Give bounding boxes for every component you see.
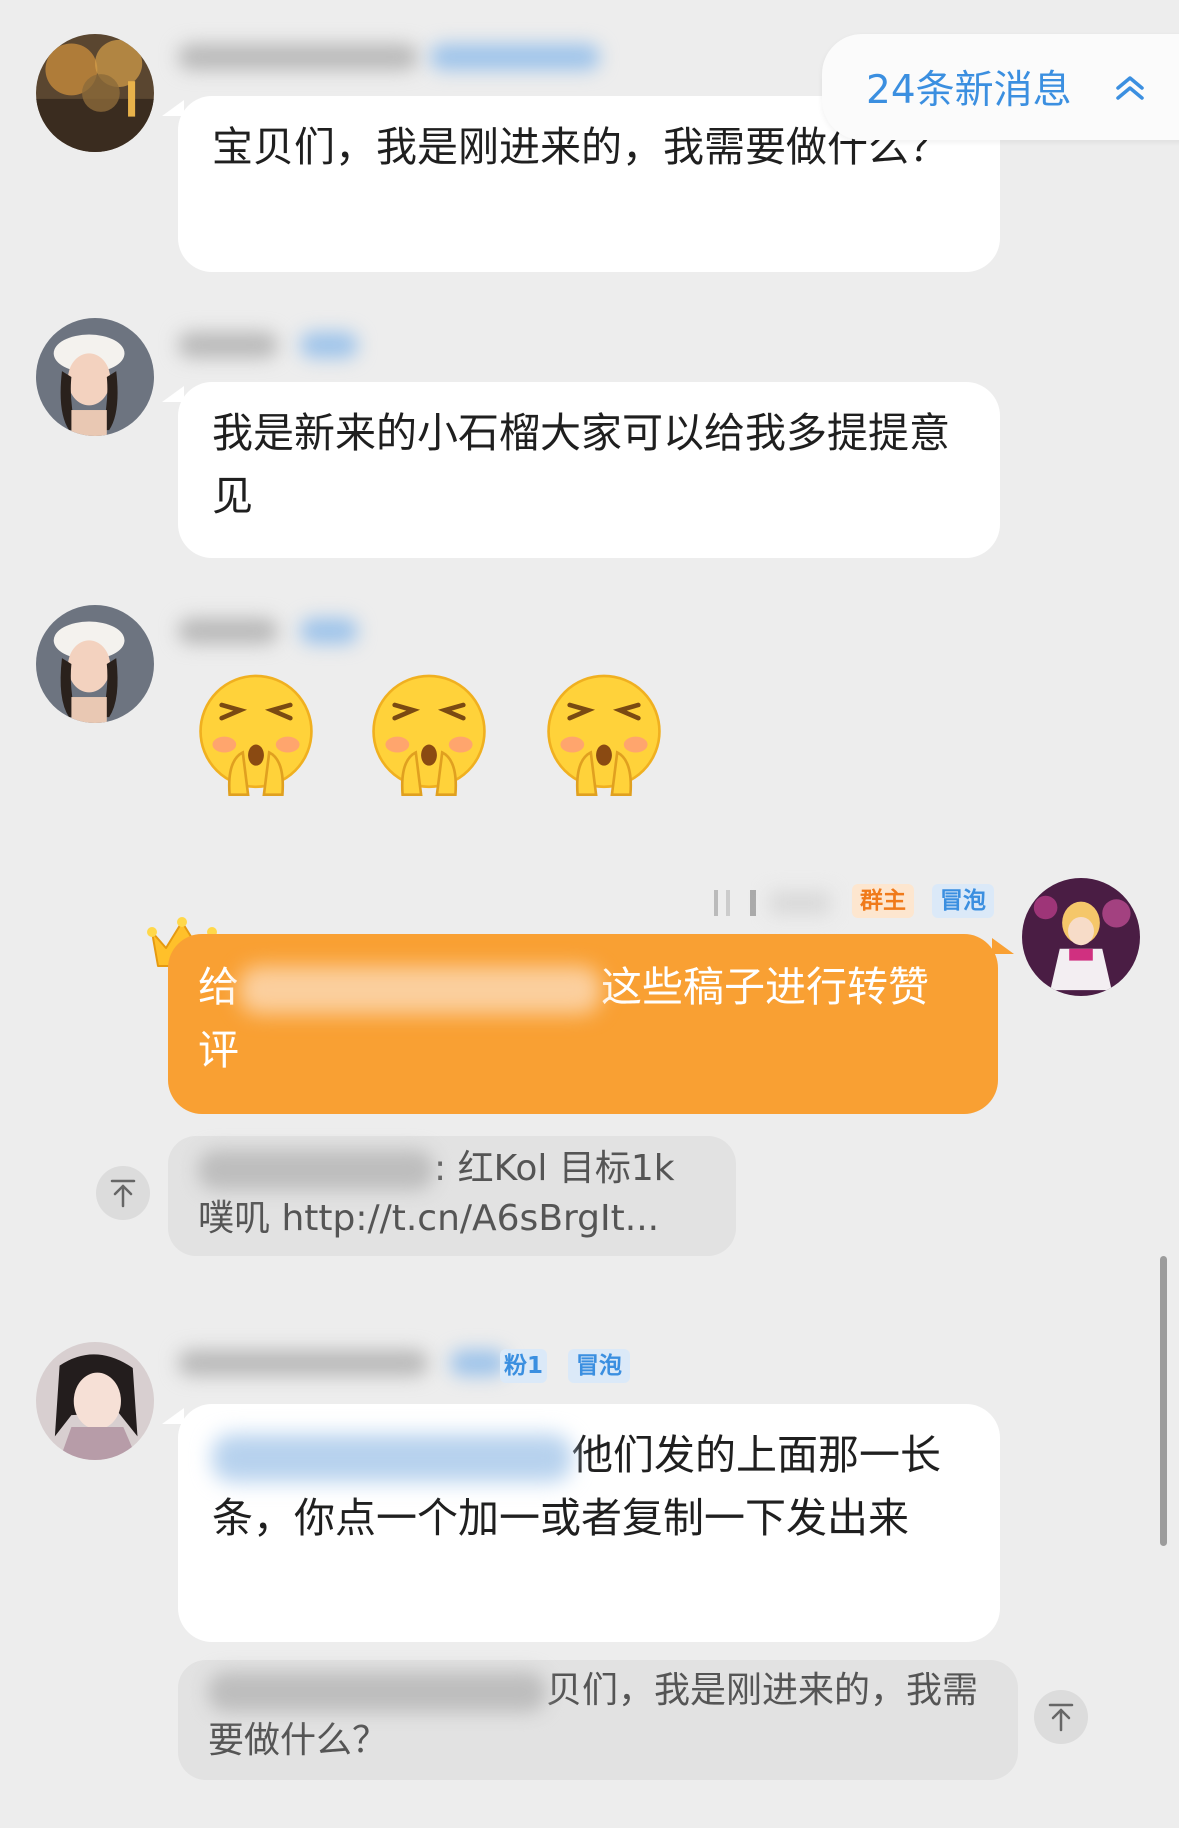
quote-line: 噗叽 http://t.cn/A6sBrgIt...: [198, 1198, 660, 1239]
quoted-message[interactable]: : 红Kol 目标1k 噗叽 http://t.cn/A6sBrgIt...: [168, 1136, 736, 1256]
fan-level-tag: 粉1: [500, 1349, 548, 1383]
quote-line: 贝们，我是刚进来的，我需: [546, 1670, 979, 1711]
avatar-image-girl-portrait: [36, 1342, 154, 1460]
avatar-image-girl-white-cap: [36, 605, 154, 723]
chevron-double-up-icon: [1116, 76, 1144, 100]
message-bubble[interactable]: 我是新来的小石榴大家可以给我多提提意见: [162, 382, 1000, 558]
sender-name-redacted: [710, 888, 830, 920]
mention-redacted: [239, 966, 601, 1014]
avatar-image-girl-white-cap: [36, 318, 154, 436]
scrollbar[interactable]: [1160, 1256, 1167, 1546]
quote-author-redacted: [198, 1150, 434, 1190]
message-text-start: 给: [198, 963, 239, 1011]
shy-praying-face-icon[interactable]: [190, 668, 322, 800]
shy-praying-face-icon[interactable]: [538, 668, 670, 800]
sender-badge-redacted: [450, 1350, 506, 1376]
avatar[interactable]: [36, 34, 154, 152]
mention-redacted: [212, 1434, 572, 1482]
sender-name-redacted: [178, 1350, 428, 1376]
group-owner-tag: 群主: [852, 884, 914, 918]
own-bubble-tail: [992, 938, 1014, 954]
quoted-message[interactable]: 贝们，我是刚进来的，我需 要做什么？: [178, 1660, 1018, 1780]
avatar-image-anime-girl: [1022, 878, 1140, 996]
avatar[interactable]: [1022, 878, 1140, 996]
new-messages-button[interactable]: 24条新消息: [822, 34, 1179, 140]
own-message-bubble[interactable]: 给这些稿子进行转赞评: [168, 934, 1014, 1114]
shy-praying-face-icon[interactable]: [363, 668, 495, 800]
sender-name-redacted: [178, 618, 278, 644]
message-bubble[interactable]: 他们发的上面那一长条，你点一个加一或者复制一下发出来: [162, 1404, 1000, 1642]
bubble-tag: 冒泡: [932, 884, 994, 918]
sender-badge-redacted: [430, 44, 600, 70]
sender-name-redacted: [178, 44, 418, 70]
arrow-up-to-top-icon: [110, 1179, 136, 1208]
avatar[interactable]: [36, 318, 154, 436]
quote-line: 要做什么？: [208, 1720, 389, 1761]
arrow-up-to-top-icon: [1048, 1703, 1074, 1732]
quote-jump-button[interactable]: [1034, 1690, 1088, 1744]
quote-jump-button[interactable]: [96, 1166, 150, 1220]
avatar[interactable]: [36, 1342, 154, 1460]
sender-badge-redacted: [300, 332, 358, 358]
bubble-tag: 冒泡: [568, 1349, 630, 1383]
quote-author-redacted: [208, 1672, 546, 1712]
quote-line: : 红Kol 目标1k: [434, 1148, 675, 1189]
avatar-image-autumn-trees: [36, 34, 154, 152]
sender-badge-redacted: [300, 618, 358, 644]
message-text: 我是新来的小石榴大家可以给我多提提意见: [212, 409, 950, 520]
avatar[interactable]: [36, 605, 154, 723]
sender-name-redacted: [178, 332, 278, 358]
new-messages-label: 24条新消息: [866, 68, 1072, 113]
